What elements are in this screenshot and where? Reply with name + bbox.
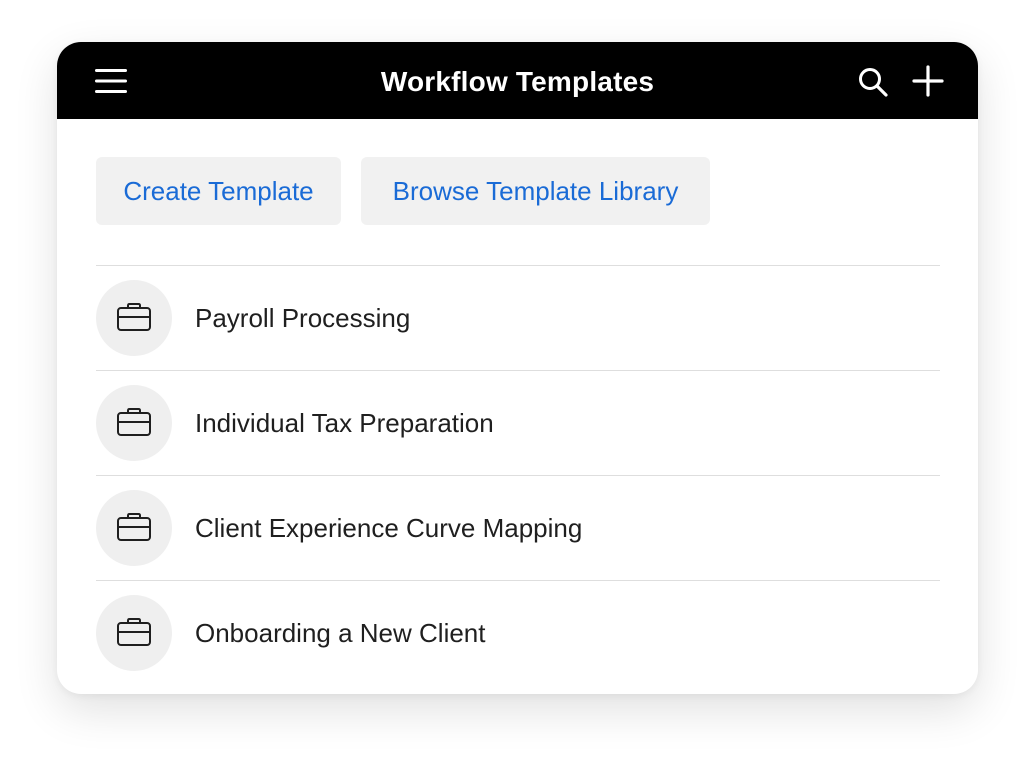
page-title: Workflow Templates bbox=[380, 66, 655, 97]
template-label: Onboarding a New Client bbox=[195, 618, 486, 648]
workflow-templates-panel: Workflow Templates Create Template Brows… bbox=[57, 42, 978, 694]
search-icon[interactable] bbox=[857, 66, 889, 98]
template-row-onboarding-a-new-client[interactable]: Onboarding a New Client bbox=[96, 581, 940, 685]
plus-icon[interactable] bbox=[912, 65, 944, 97]
briefcase-icon bbox=[96, 385, 172, 461]
briefcase-icon bbox=[96, 595, 172, 671]
template-label: Individual Tax Preparation bbox=[195, 408, 494, 438]
template-row-client-experience-curve-mapping[interactable]: Client Experience Curve Mapping bbox=[96, 476, 940, 580]
browse-template-library-button[interactable]: Browse Template Library bbox=[361, 157, 710, 225]
template-row-payroll-processing[interactable]: Payroll Processing bbox=[96, 266, 940, 370]
template-label: Payroll Processing bbox=[195, 303, 411, 333]
briefcase-icon bbox=[96, 280, 172, 356]
briefcase-icon bbox=[96, 490, 172, 566]
create-template-button[interactable]: Create Template bbox=[96, 157, 341, 225]
template-label: Client Experience Curve Mapping bbox=[195, 513, 583, 543]
template-list: Payroll Processing Individual Tax Prepar… bbox=[96, 265, 940, 685]
top-bar: Workflow Templates bbox=[57, 42, 978, 119]
template-row-individual-tax-preparation[interactable]: Individual Tax Preparation bbox=[96, 371, 940, 475]
